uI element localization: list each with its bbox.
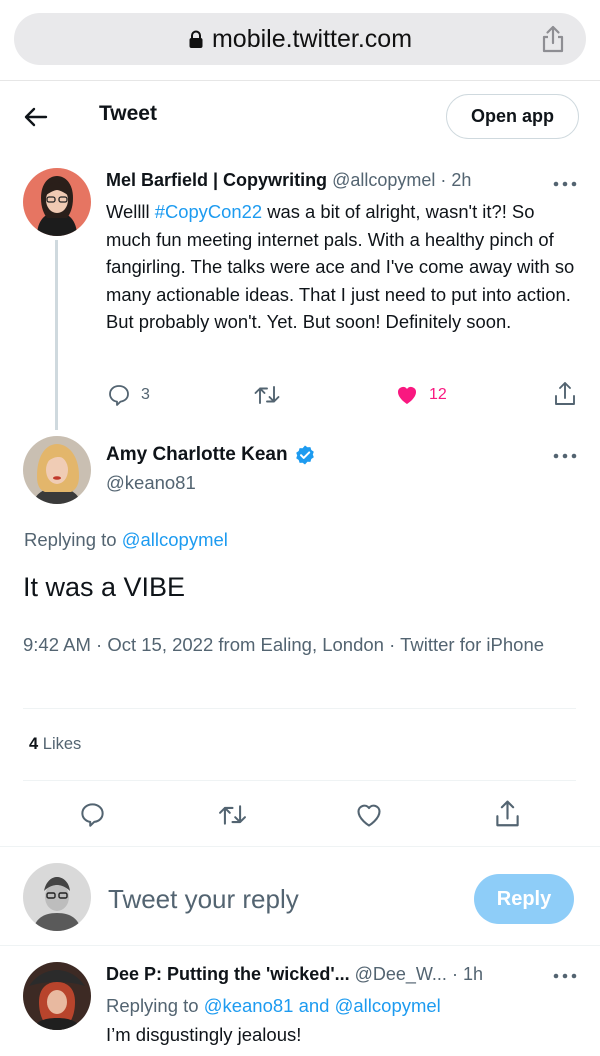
tweet-meta: 9:42 AM · Oct 15, 2022 from Ealing, Lond… <box>23 634 545 655</box>
more-options-icon[interactable] <box>553 973 577 979</box>
author-handle[interactable]: @Dee_W... <box>355 964 447 984</box>
browser-share-icon[interactable] <box>540 25 566 53</box>
share-icon[interactable] <box>494 799 521 829</box>
more-options-icon[interactable] <box>553 181 577 187</box>
reply-count: 3 <box>141 386 150 403</box>
divider <box>0 945 600 946</box>
open-app-button[interactable]: Open app <box>446 94 579 139</box>
reply-icon[interactable] <box>79 801 106 828</box>
retweet-action[interactable] <box>253 383 281 407</box>
avatar[interactable] <box>23 436 91 504</box>
separator-dot: · <box>451 964 458 984</box>
author-name[interactable]: Mel Barfield | Copywriting <box>106 170 327 190</box>
verified-badge-icon <box>295 445 314 465</box>
share-action[interactable] <box>553 381 577 407</box>
author-handle[interactable]: @allcopymel <box>332 170 435 190</box>
tweet-text: Wellll #CopyCon22 was a bit of alright, … <box>106 198 576 336</box>
share-icon <box>555 382 575 405</box>
avatar[interactable] <box>23 863 91 931</box>
replying-to-link[interactable]: @keano81 and @allcopymel <box>204 995 441 1016</box>
lock-icon <box>189 30 203 48</box>
avatar[interactable] <box>23 962 91 1030</box>
avatar[interactable] <box>23 168 91 236</box>
more-options-icon[interactable] <box>553 453 577 459</box>
likes-label: Likes <box>38 735 82 753</box>
replying-to: Replying to @allcopymel <box>24 529 228 551</box>
hashtag-link[interactable]: #CopyCon22 <box>155 201 262 222</box>
replying-to-prefix: Replying to <box>106 995 204 1016</box>
retweet-icon[interactable] <box>217 802 248 828</box>
like-count: 12 <box>429 386 447 403</box>
tweet-header: Dee P: Putting the 'wicked'... @Dee_W...… <box>106 964 483 985</box>
like-action[interactable]: 12 <box>395 383 447 407</box>
tweet-header: Mel Barfield | Copywriting @allcopymel ·… <box>106 170 471 191</box>
reply-icon <box>109 385 129 406</box>
avatar-current-user-image <box>23 863 91 931</box>
tweet-text-part: Wellll <box>106 201 155 222</box>
replying-to-prefix: Replying to <box>24 529 122 550</box>
divider <box>0 846 600 847</box>
heart-filled-icon <box>398 387 416 404</box>
author-handle[interactable]: @keano81 <box>106 472 196 494</box>
reply-button[interactable]: Reply <box>474 874 574 924</box>
replying-to: Replying to @keano81 and @allcopymel <box>106 995 441 1017</box>
tweet-time[interactable]: 1h <box>463 964 483 984</box>
likes-summary[interactable]: 4 Likes <box>29 735 81 754</box>
replying-to-link[interactable]: @allcopymel <box>122 529 228 550</box>
back-arrow-icon[interactable] <box>22 103 50 131</box>
retweet-icon <box>254 386 280 404</box>
reply-action[interactable]: 3 <box>107 383 150 407</box>
avatar-dee-image <box>23 962 91 1030</box>
page-title: Tweet <box>99 102 157 125</box>
url-text[interactable]: mobile.twitter.com <box>212 25 412 54</box>
reply-tweet-text: I’m disgustingly jealous! <box>106 1024 302 1045</box>
heart-icon[interactable] <box>355 801 383 829</box>
browser-url-bar[interactable]: mobile.twitter.com <box>14 13 586 65</box>
main-tweet-text: It was a VIBE <box>23 572 186 602</box>
tweet-time[interactable]: 2h <box>451 170 471 190</box>
likes-count: 4 <box>29 735 39 753</box>
divider <box>23 780 576 781</box>
separator-dot: · <box>440 170 447 190</box>
thread-line <box>55 240 58 430</box>
avatar-mel-image <box>23 168 91 236</box>
avatar-amy-image <box>23 436 91 504</box>
divider <box>0 80 600 81</box>
reply-input[interactable]: Tweet your reply <box>108 884 299 915</box>
author-name[interactable]: Dee P: Putting the 'wicked'... <box>106 964 350 984</box>
author-name[interactable]: Amy Charlotte Kean <box>106 444 288 466</box>
divider <box>23 708 576 709</box>
author-name-row: Amy Charlotte Kean <box>106 444 316 466</box>
